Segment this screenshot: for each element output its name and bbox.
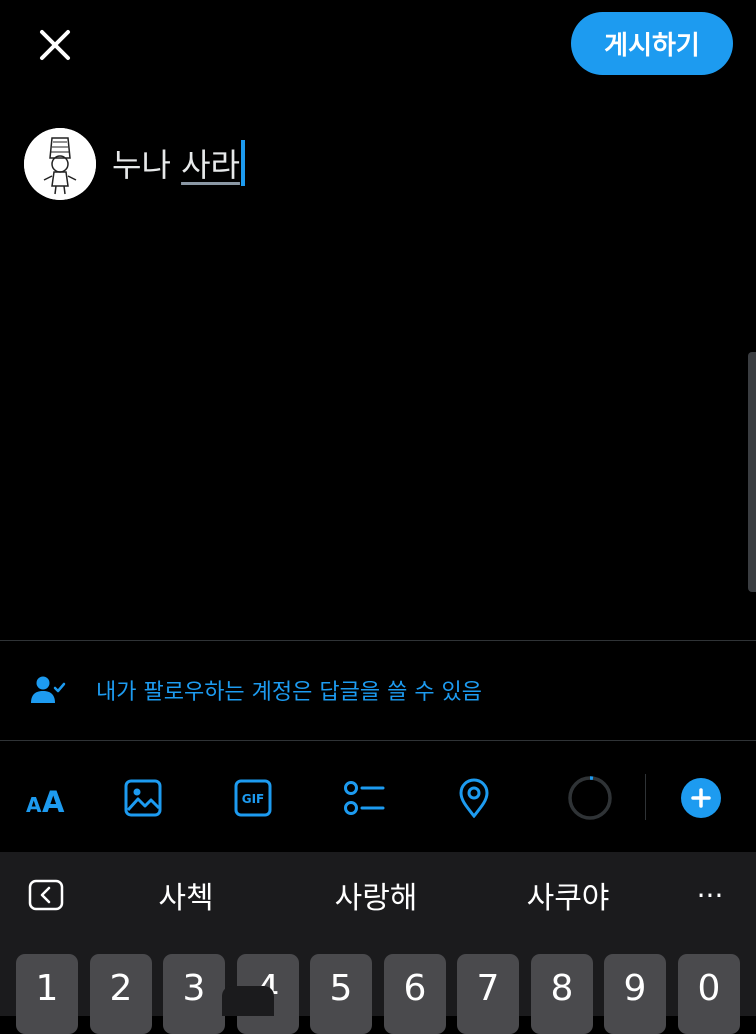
key-8[interactable]: 8 xyxy=(531,954,593,1034)
divider xyxy=(0,740,756,741)
keyboard-number-row: 1 2 3 4 5 6 7 8 9 0 xyxy=(0,938,756,1034)
poll-button[interactable] xyxy=(336,760,392,836)
gif-icon: GIF xyxy=(234,779,272,817)
suggestion-3[interactable]: 사쿠야 xyxy=(482,852,654,938)
svg-text:A: A xyxy=(26,793,42,817)
character-counter-ring xyxy=(568,776,612,820)
suggestion-1[interactable]: 사첵 xyxy=(100,852,272,938)
key-1[interactable]: 1 xyxy=(16,954,78,1034)
add-thread-button[interactable] xyxy=(673,760,729,836)
committed-text: 누나 xyxy=(112,146,182,184)
avatar-illustration xyxy=(24,128,96,200)
key-6[interactable]: 6 xyxy=(384,954,446,1034)
key-9[interactable]: 9 xyxy=(604,954,666,1034)
image-icon xyxy=(124,779,162,817)
chevron-left-icon xyxy=(28,879,64,911)
key-0[interactable]: 0 xyxy=(678,954,740,1034)
svg-text:A: A xyxy=(42,785,65,818)
keyboard-collapse-button[interactable] xyxy=(20,852,72,938)
close-icon xyxy=(40,30,70,60)
text-format-button[interactable]: A A xyxy=(20,760,76,836)
post-button[interactable]: 게시하기 xyxy=(571,12,733,75)
text-caret xyxy=(240,140,245,186)
keyboard-suggestion-bar: 사첵 사랑해 사쿠야 ··· xyxy=(0,852,756,938)
key-7[interactable]: 7 xyxy=(457,954,519,1034)
location-icon xyxy=(459,778,489,818)
text-format-icon: A A xyxy=(26,785,65,818)
close-button[interactable] xyxy=(30,22,80,68)
svg-text:GIF: GIF xyxy=(242,792,265,806)
avatar[interactable] xyxy=(24,128,96,200)
image-button[interactable] xyxy=(115,760,171,836)
key-3[interactable]: 3 xyxy=(163,954,225,1034)
more-suggestions-button[interactable]: ··· xyxy=(680,852,740,938)
poll-icon xyxy=(344,781,385,815)
person-check-icon xyxy=(31,676,66,703)
toolbar-divider xyxy=(645,774,646,820)
location-button[interactable] xyxy=(446,760,502,836)
compose-toolbar: A A GIF xyxy=(0,760,756,836)
key-2[interactable]: 2 xyxy=(90,954,152,1034)
gif-button[interactable]: GIF xyxy=(225,760,281,836)
composing-text: 사라 xyxy=(181,146,240,184)
divider xyxy=(0,640,756,641)
compose-text-area[interactable]: 누나 사라 xyxy=(112,140,245,188)
key-5[interactable]: 5 xyxy=(310,954,372,1034)
reply-setting-label: 내가 팔로우하는 계정은 답글을 쓸 수 있음 xyxy=(96,680,483,705)
character-counter xyxy=(562,760,618,836)
key-press-popup-gap xyxy=(222,986,274,1016)
add-thread-icon xyxy=(681,778,721,818)
suggestion-2[interactable]: 사랑해 xyxy=(290,852,462,938)
scrollbar[interactable] xyxy=(748,352,756,592)
reply-setting[interactable]: 내가 팔로우하는 계정은 답글을 쓸 수 있음 xyxy=(30,668,482,712)
